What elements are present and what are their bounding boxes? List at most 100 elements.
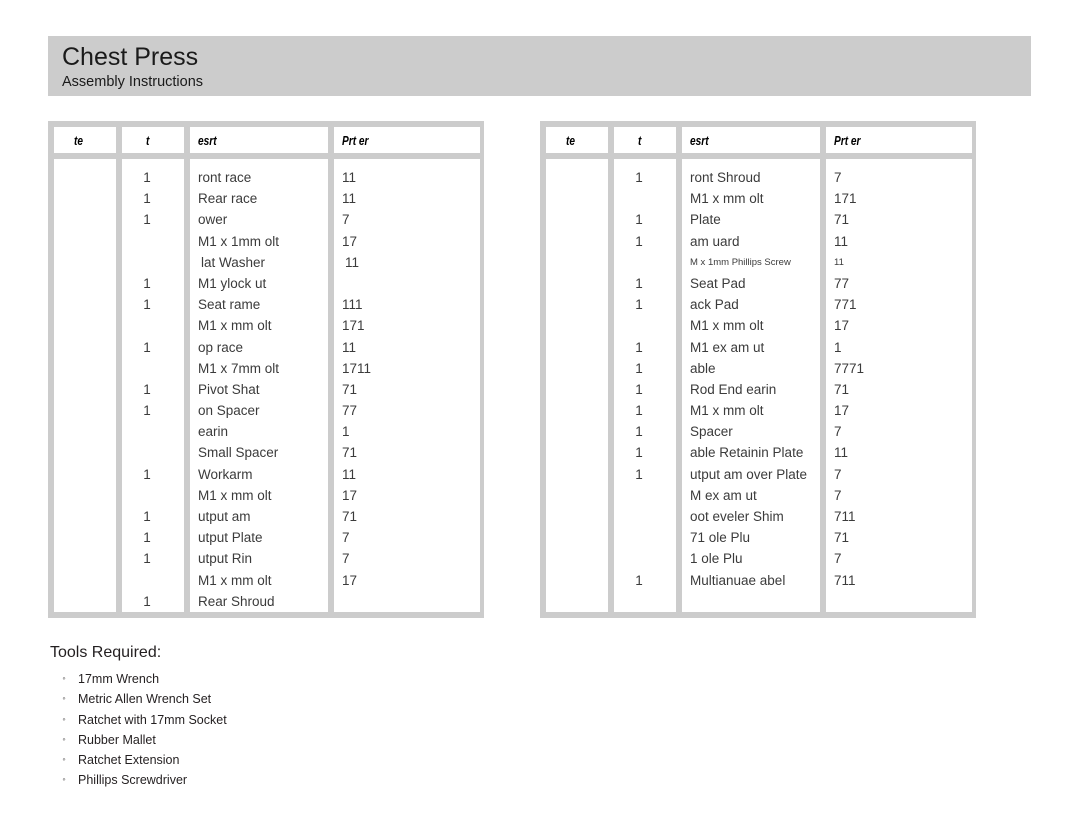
table-cell bbox=[54, 337, 116, 358]
tool-label: Rubber Mallet bbox=[78, 732, 156, 747]
table-cell: M1 x mm olt bbox=[690, 191, 764, 207]
table-cell: Spacer bbox=[690, 424, 733, 440]
table-cell: 11 bbox=[834, 233, 849, 249]
table-cell: 1 bbox=[635, 466, 643, 482]
tool-label: Ratchet Extension bbox=[78, 753, 180, 768]
table-cell: 1 bbox=[635, 297, 643, 313]
table-cell: 1 bbox=[143, 297, 151, 313]
table-cell bbox=[54, 315, 116, 336]
list-item: ◦ Rubber Mallet bbox=[50, 730, 550, 750]
page-subtitle: Assembly Instructions bbox=[62, 74, 204, 90]
table-cell bbox=[54, 188, 116, 209]
table-cell: 7 bbox=[342, 530, 350, 546]
column-header-item: te bbox=[54, 127, 116, 153]
table-body: 1111111111111 ront Shroud M1 x mm olt Plat… bbox=[546, 159, 972, 612]
table-cell: 1 bbox=[635, 424, 643, 440]
table-cell: 1 bbox=[635, 445, 643, 461]
column-header-item: te bbox=[546, 127, 608, 153]
column-body-part-number: 11 11 7 17 11 111 171 11 1711 71 77 1 71 11 17 71 7 7 17 bbox=[334, 159, 480, 612]
table-cell bbox=[54, 400, 116, 421]
table-cell: 1 bbox=[635, 572, 643, 588]
table-cell: M1 ylock ut bbox=[198, 275, 267, 291]
table-cell bbox=[546, 506, 608, 527]
table-cell bbox=[546, 209, 608, 230]
table-header-row: te t esrt Prt er bbox=[54, 127, 480, 153]
table-cell: 11 bbox=[834, 445, 849, 461]
table-cell: 77 bbox=[342, 403, 358, 419]
column-header-qty-label: t bbox=[638, 132, 642, 148]
table-cell bbox=[546, 315, 608, 336]
table-cell: oot eveler Shim bbox=[690, 509, 784, 524]
table-cell bbox=[122, 485, 184, 506]
table-cell: 71 bbox=[834, 530, 850, 546]
table-cell: 11 bbox=[834, 256, 844, 268]
table-cell bbox=[122, 442, 184, 463]
column-header-part-number: Prt er bbox=[826, 127, 972, 153]
table-cell bbox=[54, 591, 116, 612]
table-cell bbox=[614, 188, 676, 209]
table-cell: 17 bbox=[834, 403, 850, 419]
table-cell bbox=[54, 506, 116, 527]
table-cell bbox=[546, 379, 608, 400]
list-item: ◦ Ratchet with 17mm Socket bbox=[50, 710, 550, 730]
column-body-item bbox=[54, 159, 116, 612]
table-cell: M1 x mm olt bbox=[198, 318, 272, 334]
table-cell: 711 bbox=[834, 572, 856, 588]
list-item: ◦ Metric Allen Wrench Set bbox=[50, 689, 550, 709]
list-item: ◦ Phillips Screwdriver bbox=[50, 770, 550, 790]
table-cell: 7 bbox=[834, 466, 842, 482]
table-cell: able Retainin Plate bbox=[690, 445, 804, 461]
table-cell bbox=[546, 273, 608, 294]
table-cell bbox=[614, 252, 676, 273]
table-cell: 11 bbox=[342, 191, 357, 207]
tool-label: 17mm Wrench bbox=[78, 672, 160, 686]
table-cell: Seat rame bbox=[198, 297, 261, 313]
table-cell bbox=[334, 273, 480, 294]
tools-required-section: Tools Required: ◦ 17mm Wrench ◦ Metric Alle… bbox=[50, 643, 550, 791]
column-header-description-label: esrt bbox=[198, 132, 217, 148]
table-cell: ack Pad bbox=[690, 297, 739, 313]
table-cell bbox=[614, 548, 676, 569]
table-cell: 1 bbox=[143, 191, 151, 207]
document-title-banner: Chest Press Assembly Instructions bbox=[48, 36, 1031, 96]
table-cell bbox=[614, 506, 676, 527]
table-cell: 1 ole Plu bbox=[690, 551, 743, 567]
table-cell: 1711 bbox=[342, 360, 372, 376]
table-cell: 77 bbox=[834, 275, 850, 291]
table-cell bbox=[546, 464, 608, 485]
table-cell: 1 bbox=[635, 170, 643, 185]
table-cell: 71 ole Plu bbox=[690, 530, 751, 546]
table-cell bbox=[334, 591, 480, 612]
table-cell bbox=[122, 421, 184, 442]
table-cell: Plate bbox=[690, 212, 721, 228]
page-title: Chest Press bbox=[62, 43, 199, 71]
table-cell bbox=[122, 570, 184, 591]
table-cell: 1 bbox=[143, 530, 151, 546]
table-cell: 7 bbox=[834, 424, 842, 440]
table-cell: 71 bbox=[342, 509, 358, 524]
table-cell bbox=[54, 273, 116, 294]
table-cell: Workarm bbox=[198, 466, 253, 482]
table-cell bbox=[122, 358, 184, 379]
table-cell: 1 bbox=[635, 212, 643, 228]
table-cell: op race bbox=[198, 339, 244, 355]
table-cell bbox=[546, 400, 608, 421]
column-body-qty: 1 1 1 1 1 1 1 1 1 1 1 1 1 bbox=[614, 159, 676, 612]
column-body-qty: 1 1 1 1 1 1 1 1 1 1 1 1 1 bbox=[122, 159, 184, 612]
circle-bullet-icon: ◦ bbox=[62, 673, 66, 683]
table-cell bbox=[546, 294, 608, 315]
table-cell: utput Rin bbox=[198, 551, 253, 567]
table-cell: M x 1mm Phillips Screw bbox=[690, 256, 791, 268]
table-cell: 7 bbox=[342, 551, 350, 567]
table-cell: Small Spacer bbox=[198, 445, 279, 461]
table-cell: utput am over Plate bbox=[690, 466, 808, 482]
circle-bullet-icon: ◦ bbox=[62, 774, 66, 785]
table-cell bbox=[54, 252, 116, 273]
table-cell: 1 bbox=[834, 339, 842, 355]
table-cell bbox=[54, 485, 116, 506]
table-cell: 17 bbox=[834, 318, 850, 334]
table-cell: 111 bbox=[342, 297, 363, 313]
table-cell bbox=[546, 527, 608, 548]
column-header-description-label: esrt bbox=[690, 132, 709, 148]
table-cell: ower bbox=[198, 212, 228, 228]
